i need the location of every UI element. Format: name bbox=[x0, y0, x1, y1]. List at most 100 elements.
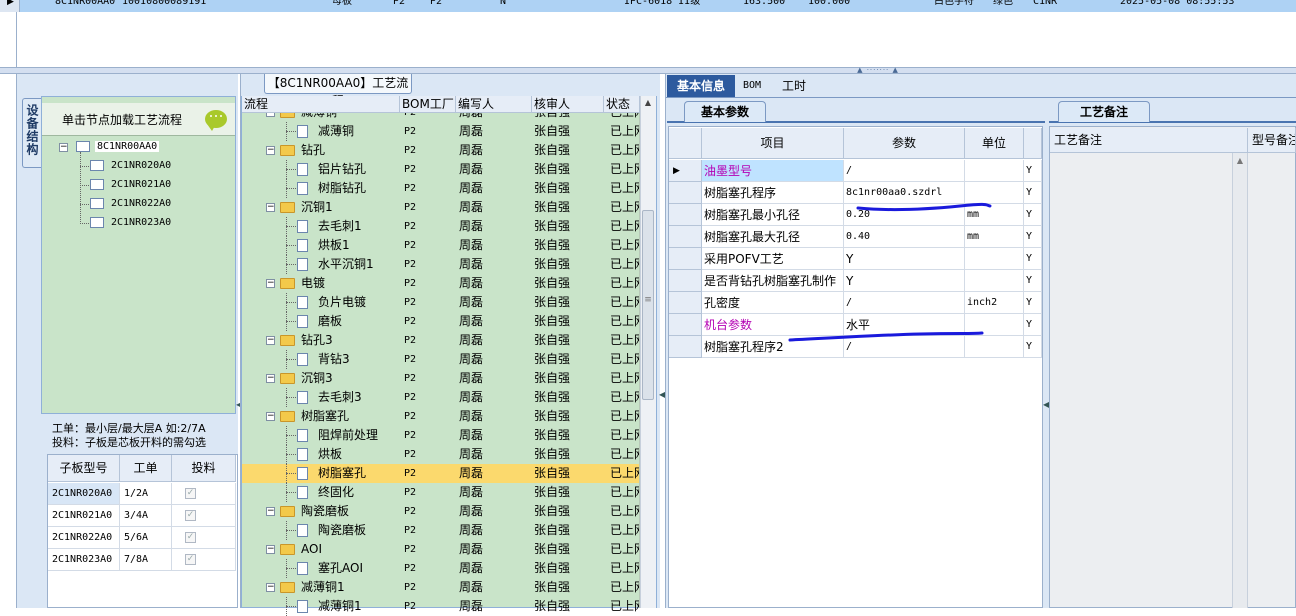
param-item[interactable]: 树脂塞孔最小孔径 bbox=[702, 204, 844, 226]
row-indicator[interactable] bbox=[669, 182, 702, 204]
top-row-indicator[interactable]: ▶ bbox=[0, 0, 20, 12]
subgrid-header-feed[interactable]: 投料 bbox=[172, 455, 236, 482]
tree-expand-icon[interactable]: − bbox=[266, 374, 275, 383]
tree-node-root[interactable]: 8C1NR00AA0 bbox=[95, 141, 160, 152]
splitter-grip-icon[interactable]: ▲ ······· ▲ bbox=[856, 67, 900, 74]
param-value[interactable]: Y bbox=[844, 248, 965, 270]
process-row[interactable]: 负片电镀 P2 周磊 张自强 已上网 bbox=[242, 293, 639, 312]
process-row[interactable]: − 沉铜3 P2 周磊 张自强 已上网 bbox=[242, 369, 639, 388]
tree-expand-icon[interactable]: − bbox=[266, 507, 275, 516]
param-item[interactable]: 树脂塞孔最大孔径 bbox=[702, 226, 844, 248]
tree-expand-icon[interactable]: − bbox=[266, 545, 275, 554]
process-row[interactable]: 烘板1 P2 周磊 张自强 已上网 bbox=[242, 236, 639, 255]
subgrid-header-order[interactable]: 工单 bbox=[120, 455, 172, 482]
row-indicator[interactable] bbox=[669, 204, 702, 226]
process-row[interactable]: 终固化 P2 周磊 张自强 已上网 bbox=[242, 483, 639, 502]
process-row[interactable]: − 减薄铜 P2 周磊 张自强 已上网 bbox=[242, 113, 639, 122]
process-row[interactable]: − 减薄铜1 P2 周磊 张自强 已上网 bbox=[242, 578, 639, 597]
params-header-unit[interactable]: 单位 bbox=[965, 128, 1024, 159]
tab-work-hours[interactable]: 工时 bbox=[772, 75, 816, 97]
params-header-value[interactable]: 参数 bbox=[844, 128, 965, 159]
process-header-reviewer[interactable]: 核审人 bbox=[532, 96, 604, 113]
scroll-up-icon[interactable]: ▲ bbox=[1234, 156, 1246, 166]
process-row[interactable]: 陶瓷磨板 P2 周磊 张自强 已上网 bbox=[242, 521, 639, 540]
process-row[interactable]: 树脂塞孔 P2 周磊 张自强 已上网 bbox=[242, 464, 639, 483]
subgrid-cell-order[interactable]: 5/6A bbox=[120, 527, 172, 549]
param-item[interactable]: 是否背钻孔树脂塞孔制作 bbox=[702, 270, 844, 292]
process-row[interactable]: − 电镀 P2 周磊 张自强 已上网 bbox=[242, 274, 639, 293]
process-row[interactable]: 磨板 P2 周磊 张自强 已上网 bbox=[242, 312, 639, 331]
checkbox-feed[interactable]: ✓ bbox=[185, 532, 196, 543]
process-row[interactable]: 减薄铜1 P2 周磊 张自强 已上网 bbox=[242, 597, 639, 616]
row-indicator[interactable]: ▶ bbox=[669, 160, 702, 182]
tab-process-notes[interactable]: 工艺备注 bbox=[1058, 101, 1150, 122]
notes-header-model[interactable]: 型号备注 bbox=[1248, 128, 1296, 153]
process-row[interactable]: 去毛刺1 P2 周磊 张自强 已上网 bbox=[242, 217, 639, 236]
process-row[interactable]: 水平沉铜1 P2 周磊 张自强 已上网 bbox=[242, 255, 639, 274]
subgrid-cell-model[interactable]: 2C1NR023A0 bbox=[48, 549, 120, 571]
process-row[interactable]: 背钻3 P2 周磊 张自强 已上网 bbox=[242, 350, 639, 369]
process-row[interactable]: − 钻孔3 P2 周磊 张自强 已上网 bbox=[242, 331, 639, 350]
process-row[interactable]: 塞孔AOI P2 周磊 张自强 已上网 bbox=[242, 559, 639, 578]
checkbox-feed[interactable]: ✓ bbox=[185, 554, 196, 565]
tree-node-child[interactable]: 2C1NR023A0 bbox=[111, 217, 171, 228]
tree-expand-icon[interactable]: − bbox=[266, 113, 275, 117]
notes-scrollbar[interactable] bbox=[1232, 153, 1248, 608]
tree-node-child[interactable]: 2C1NR022A0 bbox=[111, 198, 171, 209]
param-value[interactable]: 0.40 bbox=[844, 226, 965, 248]
tree-expand-icon[interactable]: − bbox=[266, 583, 275, 592]
subgrid-cell-model[interactable]: 2C1NR021A0 bbox=[48, 505, 120, 527]
process-header-status[interactable]: 状态 bbox=[604, 96, 640, 113]
param-value[interactable]: Y bbox=[844, 270, 965, 292]
subgrid-header-model[interactable]: 子板型号 bbox=[48, 455, 120, 482]
tree-expand-icon[interactable]: − bbox=[266, 412, 275, 421]
tab-basic-params[interactable]: 基本参数 bbox=[684, 101, 766, 122]
top-grid-row[interactable]: 8C1NR00AA0 10010800089191 母板 P2 P2 N IPC-6018 … bbox=[20, 0, 1296, 12]
param-item[interactable]: 树脂塞孔程序2 bbox=[702, 336, 844, 358]
row-indicator[interactable] bbox=[669, 292, 702, 314]
process-row[interactable]: − 沉铜1 P2 周磊 张自强 已上网 bbox=[242, 198, 639, 217]
tab-bom[interactable]: BOM bbox=[736, 75, 768, 97]
process-row[interactable]: − AOI P2 周磊 张自强 已上网 bbox=[242, 540, 639, 559]
tree-node-child[interactable]: 2C1NR021A0 bbox=[111, 179, 171, 190]
param-value[interactable]: 0.20 bbox=[844, 204, 965, 226]
process-header-factory[interactable]: BOM工厂 bbox=[400, 96, 456, 113]
row-indicator[interactable] bbox=[669, 270, 702, 292]
process-row[interactable]: 减薄铜 P2 周磊 张自强 已上网 bbox=[242, 122, 639, 141]
param-item[interactable]: 孔密度 bbox=[702, 292, 844, 314]
subgrid-cell-model[interactable]: 2C1NR022A0 bbox=[48, 527, 120, 549]
param-value[interactable]: / bbox=[844, 160, 965, 182]
process-row[interactable]: − 陶瓷磨板 P2 周磊 张自强 已上网 bbox=[242, 502, 639, 521]
subgrid-cell-model[interactable]: 2C1NR020A0 bbox=[48, 483, 120, 505]
param-item[interactable]: 机台参数 bbox=[702, 314, 844, 336]
tree-node-child[interactable]: 2C1NR020A0 bbox=[111, 160, 171, 171]
row-indicator[interactable] bbox=[669, 314, 702, 336]
param-value[interactable]: 8c1nr00aa0.szdrl bbox=[844, 182, 965, 204]
process-row[interactable]: − 树脂塞孔 P2 周磊 张自强 已上网 bbox=[242, 407, 639, 426]
process-row[interactable]: − 钻孔 P2 周磊 张自强 已上网 bbox=[242, 141, 639, 160]
tree-expand-icon[interactable]: − bbox=[266, 203, 275, 212]
tree-expand-icon[interactable]: − bbox=[266, 336, 275, 345]
subgrid-cell-order[interactable]: 3/4A bbox=[120, 505, 172, 527]
scroll-up-icon[interactable]: ▲ bbox=[642, 98, 654, 108]
row-indicator[interactable] bbox=[669, 226, 702, 248]
subgrid-cell-order[interactable]: 1/2A bbox=[120, 483, 172, 505]
process-row[interactable]: 树脂钻孔 P2 周磊 张自强 已上网 bbox=[242, 179, 639, 198]
param-value[interactable]: 水平 bbox=[844, 314, 965, 336]
process-tab[interactable]: 【8C1NR00AA0】工艺流程 bbox=[264, 74, 412, 108]
param-item[interactable]: 采用POFV工艺 bbox=[702, 248, 844, 270]
process-row[interactable]: 铝片钻孔 P2 周磊 张自强 已上网 bbox=[242, 160, 639, 179]
params-header-item[interactable]: 项目 bbox=[702, 128, 844, 159]
param-value[interactable]: / bbox=[844, 336, 965, 358]
tree-expand-icon[interactable]: − bbox=[59, 143, 68, 152]
param-value[interactable]: / bbox=[844, 292, 965, 314]
param-item[interactable]: 油墨型号 bbox=[702, 160, 844, 182]
checkbox-feed[interactable]: ✓ bbox=[185, 488, 196, 499]
param-item[interactable]: 树脂塞孔程序 bbox=[702, 182, 844, 204]
process-row[interactable]: 阻焊前处理 P2 周磊 张自强 已上网 bbox=[242, 426, 639, 445]
row-indicator[interactable] bbox=[669, 248, 702, 270]
checkbox-feed[interactable]: ✓ bbox=[185, 510, 196, 521]
process-row[interactable]: 烘板 P2 周磊 张自强 已上网 bbox=[242, 445, 639, 464]
tab-basic-info[interactable]: 基本信息 bbox=[667, 75, 735, 97]
tree-expand-icon[interactable]: − bbox=[266, 146, 275, 155]
